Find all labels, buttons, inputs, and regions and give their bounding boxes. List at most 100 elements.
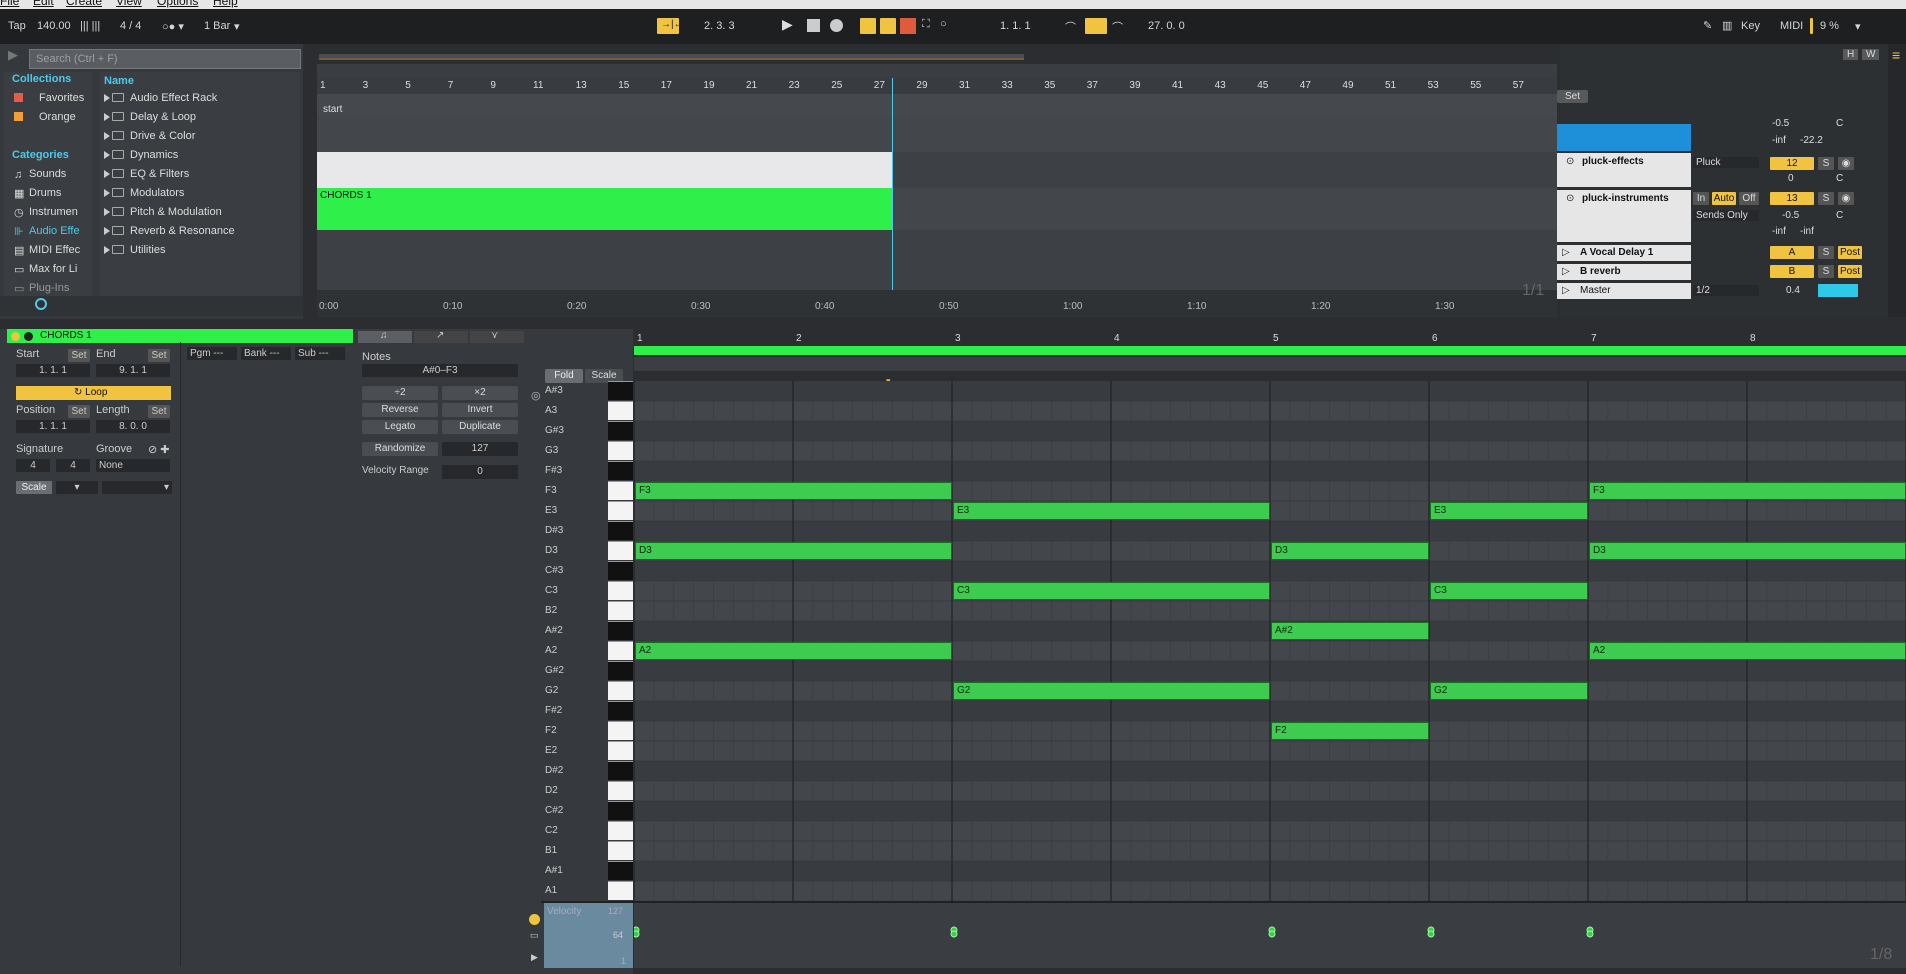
piano-key[interactable] xyxy=(608,621,633,640)
automation-arm-button[interactable] xyxy=(880,18,896,34)
piano-key[interactable] xyxy=(608,641,633,660)
velocity-lane[interactable] xyxy=(632,903,1906,968)
program-field[interactable]: Pgm --- xyxy=(187,347,237,360)
monitor-in-button[interactable]: In xyxy=(1693,192,1709,205)
piano-key[interactable] xyxy=(608,381,633,400)
post-button[interactable]: Post xyxy=(1838,246,1862,259)
h-button[interactable]: H xyxy=(1843,49,1859,60)
piano-key[interactable] xyxy=(608,661,633,680)
length-field[interactable]: 8. 0. 0 xyxy=(96,420,170,433)
menu-create[interactable]: Create xyxy=(66,0,102,8)
solo-button[interactable]: S xyxy=(1818,246,1834,259)
chords-clip[interactable] xyxy=(317,188,893,230)
signature-field[interactable]: 4 / 4 xyxy=(120,20,141,32)
expand-triangle-icon[interactable] xyxy=(104,208,110,216)
track-name[interactable]: Master xyxy=(1580,285,1611,296)
piano-key[interactable] xyxy=(608,801,633,820)
collection-favorites[interactable]: Favorites xyxy=(14,92,84,104)
search-input[interactable]: Search (Ctrl + F) xyxy=(29,49,301,69)
velocity-marker[interactable] xyxy=(632,930,640,938)
expand-triangle-icon[interactable] xyxy=(104,227,110,235)
circle-chevron-icon[interactable]: ⊙ xyxy=(1566,156,1574,167)
midi-note[interactable]: F2 xyxy=(1271,722,1429,740)
invert-button[interactable]: Invert xyxy=(442,403,518,417)
master-track[interactable] xyxy=(1557,283,1691,299)
category-instruments[interactable]: ◷ Instrumen xyxy=(14,206,78,219)
audio-clip[interactable] xyxy=(317,152,893,188)
volume-value[interactable]: -0.5 xyxy=(1782,210,1799,221)
velocity-lane-toggle-icon[interactable] xyxy=(529,914,540,925)
stop-icon[interactable] xyxy=(807,19,820,32)
solo-button[interactable]: S xyxy=(1818,192,1834,205)
menu-edit[interactable]: Edit xyxy=(33,0,54,8)
double-duration-button[interactable]: ×2 xyxy=(442,386,518,400)
volume-value[interactable]: -0.5 xyxy=(1772,118,1789,129)
piano-key[interactable] xyxy=(608,601,633,620)
signature-denominator[interactable]: 4 xyxy=(56,459,90,472)
set-button[interactable]: Set xyxy=(1557,90,1589,103)
bank-field[interactable]: Bank --- xyxy=(241,347,291,360)
groove-hotswap-icon[interactable]: ⊘ ✚ xyxy=(148,443,170,456)
midi-note[interactable]: E3 xyxy=(1430,502,1588,520)
circle-chevron-icon[interactable]: ⊙ xyxy=(1566,193,1574,204)
signature-numerator[interactable]: 4 xyxy=(16,459,50,472)
track-name[interactable]: pluck-effects xyxy=(1582,156,1644,167)
record-icon[interactable] xyxy=(830,19,843,32)
start-field[interactable]: 1. 1. 1 xyxy=(16,364,90,377)
set-start-button[interactable]: Set xyxy=(68,349,90,362)
arm-icon[interactable]: ◉ xyxy=(1838,157,1854,170)
midi-map-button[interactable]: MIDI xyxy=(1780,20,1803,32)
chevron-down-icon[interactable]: ▾ xyxy=(1855,20,1861,33)
piano-key[interactable] xyxy=(608,501,633,520)
end-field[interactable]: 9. 1. 1 xyxy=(96,364,170,377)
browser-item[interactable]: Audio Effect Rack xyxy=(104,92,217,104)
midi-note[interactable]: F3 xyxy=(1589,482,1906,500)
piano-key[interactable] xyxy=(608,561,633,580)
collection-orange[interactable]: Orange xyxy=(14,111,76,123)
midi-note[interactable]: G2 xyxy=(953,682,1270,700)
half-duration-button[interactable]: ÷2 xyxy=(362,386,438,400)
tap-button[interactable]: Tap xyxy=(8,20,26,32)
volume-value[interactable]: 0 xyxy=(1788,173,1794,184)
reenable-automation-button[interactable] xyxy=(900,18,916,34)
expand-triangle-icon[interactable] xyxy=(104,151,110,159)
reverse-button[interactable]: Reverse xyxy=(362,403,438,417)
clip-name[interactable]: CHORDS 1 xyxy=(40,330,92,341)
session-record-icon[interactable]: ○ xyxy=(940,18,947,30)
note-range-field[interactable]: A#0–F3 xyxy=(362,364,518,377)
circle-play-icon[interactable]: ▷ xyxy=(1562,285,1570,296)
piano-key[interactable] xyxy=(608,701,633,720)
scale-name-menu[interactable]: ▾ xyxy=(102,481,172,494)
draw-mode-icon[interactable]: ✎ xyxy=(1703,19,1712,32)
browser-item[interactable]: Utilities xyxy=(104,244,165,256)
piano-key[interactable] xyxy=(608,861,633,880)
note-grid[interactable] xyxy=(634,381,1906,901)
punch-out-icon[interactable]: ⌒ xyxy=(1112,19,1123,35)
category-max-for-live[interactable]: ▭ Max for Li xyxy=(14,263,77,276)
menu-icon[interactable]: ≡ xyxy=(1892,47,1900,63)
piano-key[interactable] xyxy=(608,821,633,840)
velocity-marker[interactable] xyxy=(950,930,958,938)
loop-start-field[interactable]: 1. 1. 1 xyxy=(1000,20,1031,32)
browser-toggle-icon[interactable]: ▶ xyxy=(8,47,18,63)
piano-key[interactable] xyxy=(608,481,633,500)
piano-key[interactable] xyxy=(608,681,633,700)
loop-end-marker[interactable] xyxy=(892,78,893,290)
browser-item[interactable]: Drive & Color xyxy=(104,130,195,142)
solo-button[interactable]: S xyxy=(1818,265,1834,278)
midi-note[interactable]: C3 xyxy=(953,582,1270,600)
expand-triangle-icon[interactable] xyxy=(104,189,110,197)
piano-key[interactable] xyxy=(608,881,633,900)
master-volume[interactable]: 0.4 xyxy=(1786,285,1800,296)
set-end-button[interactable]: Set xyxy=(148,349,170,362)
track-activator[interactable]: 13 xyxy=(1770,192,1814,205)
quantize-menu[interactable]: 1 Bar xyxy=(204,20,230,32)
midi-note[interactable]: E3 xyxy=(953,502,1270,520)
randomize-button[interactable]: Randomize xyxy=(362,442,438,456)
menu-view[interactable]: View xyxy=(116,0,142,8)
pan-value[interactable]: C xyxy=(1836,210,1843,221)
return-track-b[interactable] xyxy=(1557,264,1691,280)
key-map-button[interactable]: Key xyxy=(1741,20,1760,32)
midi-note[interactable]: A#2 xyxy=(1271,622,1429,640)
record-mode-icon[interactable]: ○● ▾ xyxy=(162,20,184,33)
